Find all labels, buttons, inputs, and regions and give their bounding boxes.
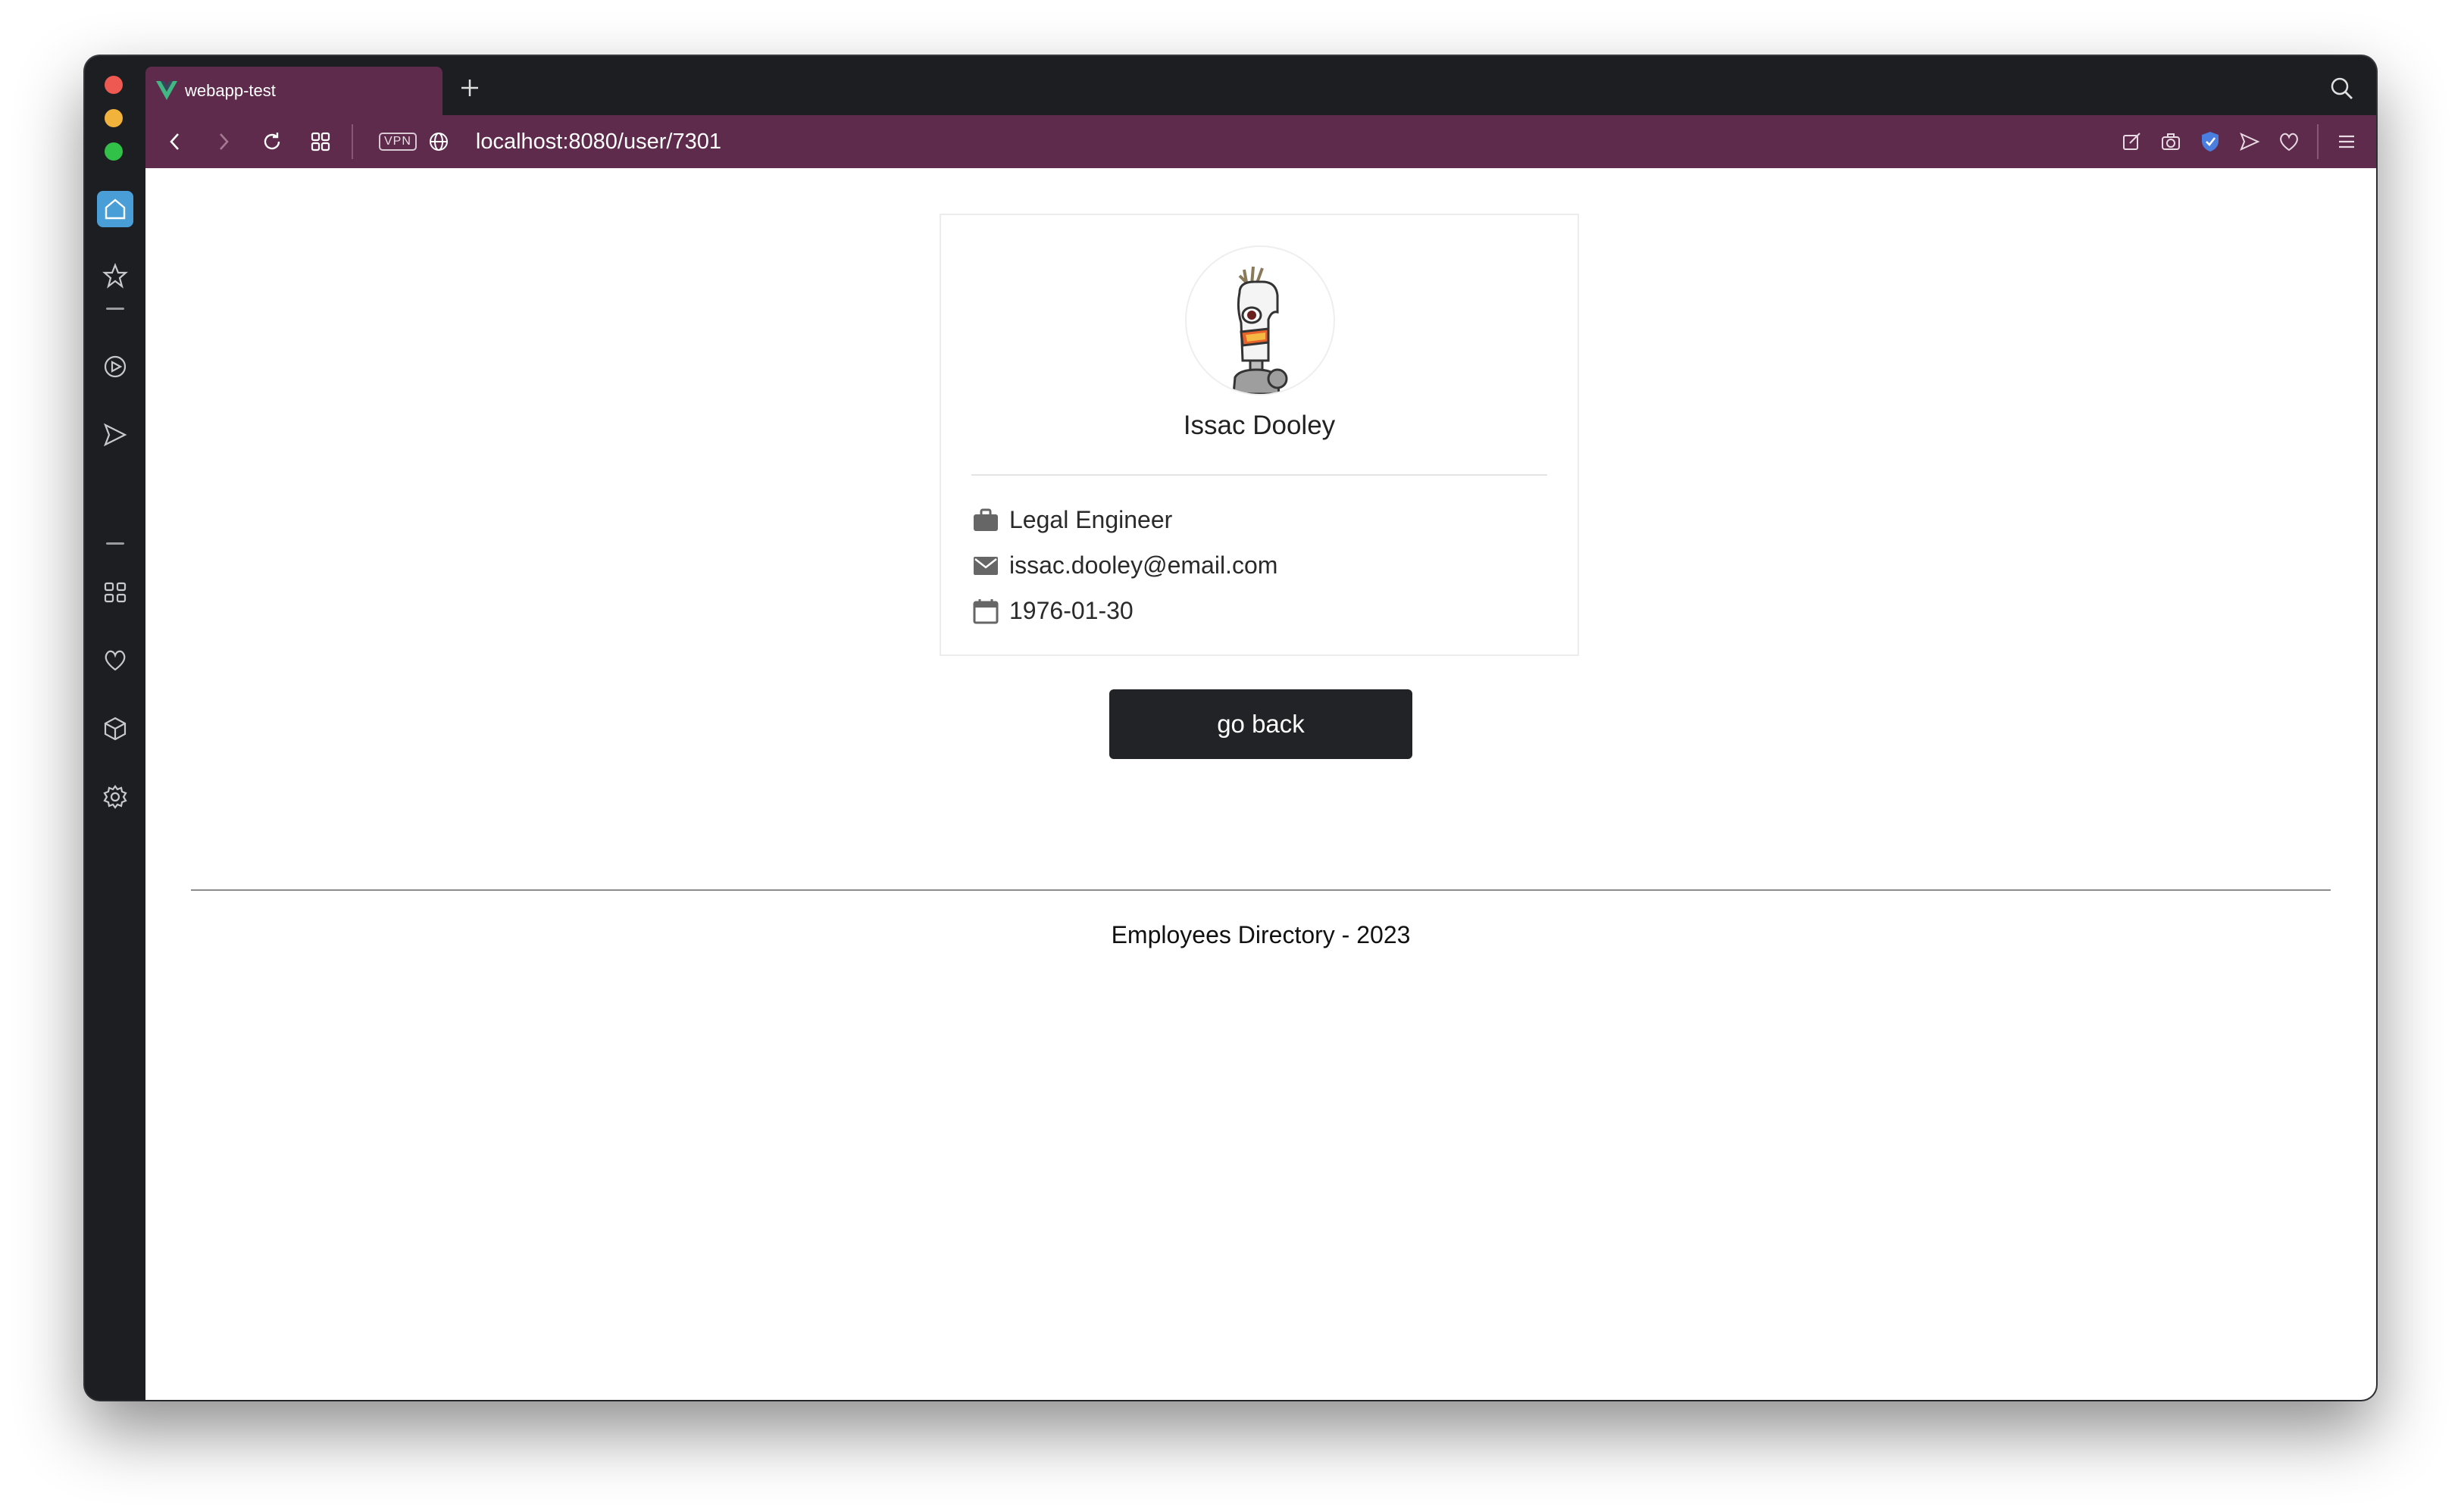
address-separator [352,124,353,159]
favorites-icon[interactable] [97,642,133,679]
tools-separator [2317,124,2319,159]
url-field[interactable]: localhost:8080/user/7301 [476,130,721,155]
tab-bar: webapp-test [145,56,2376,115]
apps-icon[interactable] [97,574,133,611]
close-window-button[interactable] [105,76,123,94]
settings-gear-icon[interactable] [97,779,133,815]
sidebar-divider-2 [106,542,124,545]
job-title: Legal Engineer [1009,506,1173,533]
player-icon[interactable] [97,348,133,385]
back-icon[interactable] [164,130,186,153]
reload-icon[interactable] [261,130,283,153]
minimize-window-button[interactable] [105,109,123,127]
send-icon[interactable] [2238,130,2261,153]
tab-grid-icon[interactable] [309,130,332,153]
new-tab-icon[interactable] [458,76,482,100]
forward-icon[interactable] [212,130,235,153]
vpn-badge[interactable]: VPN [379,133,417,151]
send-sidebar-icon[interactable] [97,417,133,453]
calendar-icon [973,598,999,624]
home-icon[interactable] [97,191,133,227]
briefcase-icon [973,508,999,533]
robot-avatar-icon [1232,266,1288,394]
browser-sidebar [85,168,145,1400]
birth-date: 1976-01-30 [1009,597,1134,624]
sidebar-divider [106,308,124,310]
page-content: Issac Dooley Legal Engineer issac.dooley… [145,168,2376,1400]
heart-icon[interactable] [2278,130,2300,153]
browser-window: webapp-test VPN localhost:8080/user/7301… [85,56,2376,1400]
avatar [1185,245,1335,395]
vue-logo-icon [156,81,177,100]
footer-divider [191,889,2331,891]
envelope-icon [973,553,999,579]
window-controls [105,76,127,176]
globe-icon[interactable] [427,130,450,153]
user-name: Issac Dooley [1183,411,1336,440]
edit-page-icon[interactable] [2120,130,2143,153]
user-profile-card: Issac Dooley Legal Engineer issac.dooley… [940,214,1579,656]
email-address: issac.dooley@email.com [1009,551,1278,579]
address-bar-tools [2120,115,2358,168]
tab-title: webapp-test [185,81,276,100]
shield-icon[interactable] [2199,130,2222,153]
search-tabs-icon[interactable] [2329,76,2355,102]
tab-webapp-test[interactable]: webapp-test [145,67,442,115]
email-row: issac.dooley@email.com [973,551,1277,579]
card-divider [971,474,1547,476]
birth-date-row: 1976-01-30 [973,597,1134,625]
camera-icon[interactable] [2159,130,2182,153]
maximize-window-button[interactable] [105,142,123,161]
menu-icon[interactable] [2335,130,2358,153]
address-bar: VPN localhost:8080/user/7301 [145,115,2376,168]
package-icon[interactable] [97,711,133,747]
bookmarks-icon[interactable] [97,258,133,294]
job-title-row: Legal Engineer [973,506,1172,534]
footer-text: Employees Directory - 2023 [1111,921,1411,948]
go-back-button[interactable]: go back [1109,689,1412,759]
